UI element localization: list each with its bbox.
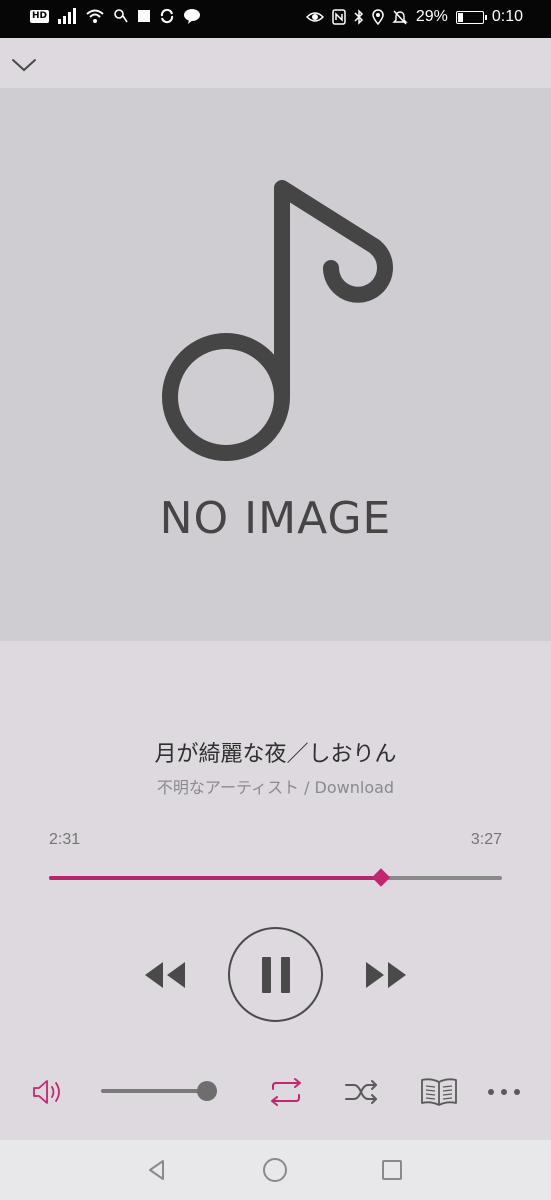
pause-button[interactable] xyxy=(228,927,323,1022)
rewind-icon xyxy=(145,962,185,988)
status-left-icons: HD xyxy=(30,8,201,24)
shuffle-button[interactable] xyxy=(340,1072,384,1112)
pause-icon xyxy=(261,956,290,993)
eye-icon xyxy=(305,12,324,22)
wifi-icon xyxy=(86,9,104,23)
repeat-icon xyxy=(271,1078,301,1106)
collapse-button[interactable] xyxy=(8,50,40,80)
book-icon xyxy=(421,1078,457,1106)
battery-icon xyxy=(455,10,487,24)
nav-recents-button[interactable] xyxy=(372,1152,412,1188)
track-artist: 不明なアーティスト / Download xyxy=(156,778,395,797)
fast-forward-button[interactable] xyxy=(363,955,409,995)
elapsed-time: 2:31 xyxy=(49,831,81,848)
volume-icon xyxy=(33,1080,60,1104)
rewind-button[interactable] xyxy=(142,955,188,995)
more-options-button[interactable] xyxy=(482,1072,526,1112)
track-title: 月が綺麗な夜／しおりん xyxy=(154,742,397,767)
album-artwork: NO IMAGE xyxy=(0,88,551,641)
nav-home-button[interactable] xyxy=(255,1152,295,1188)
volume-button[interactable] xyxy=(28,1072,68,1112)
music-note-icon xyxy=(162,180,393,461)
volume-slider-thumb[interactable] xyxy=(197,1081,217,1101)
nav-back-button[interactable] xyxy=(137,1152,177,1188)
sync-icon xyxy=(160,8,174,24)
home-circle-icon xyxy=(263,1158,287,1182)
seek-progress xyxy=(49,876,382,880)
seek-bar[interactable] xyxy=(49,868,502,887)
notification-icon xyxy=(114,9,128,23)
location-icon xyxy=(372,9,384,25)
status-right-icons: 29% 0:10 xyxy=(305,8,523,26)
more-icon xyxy=(488,1089,520,1095)
mute-icon xyxy=(392,10,408,25)
back-triangle-icon xyxy=(149,1160,164,1180)
repeat-button[interactable] xyxy=(262,1072,310,1112)
bluetooth-icon xyxy=(354,9,363,25)
clock: 0:10 xyxy=(491,8,523,25)
hd-badge: HD xyxy=(30,9,50,23)
lyrics-button[interactable] xyxy=(418,1072,460,1112)
system-nav-bar xyxy=(0,1140,551,1200)
line-icon xyxy=(184,9,201,24)
no-image-label: NO IMAGE xyxy=(159,493,392,544)
fast-forward-icon xyxy=(366,962,406,988)
stop-icon xyxy=(138,10,151,22)
recents-square-icon xyxy=(382,1160,402,1180)
battery-level xyxy=(457,12,464,22)
seek-thumb[interactable] xyxy=(371,868,391,887)
volume-slider[interactable] xyxy=(101,1081,217,1101)
status-bar: HD 29% 0:10 xyxy=(0,0,551,38)
chevron-down-icon xyxy=(12,59,36,72)
battery-percent: 29% xyxy=(415,8,448,25)
total-time: 3:27 xyxy=(470,831,502,848)
shuffle-icon xyxy=(345,1080,377,1104)
nfc-icon xyxy=(332,9,346,25)
signal-icon xyxy=(58,8,77,24)
